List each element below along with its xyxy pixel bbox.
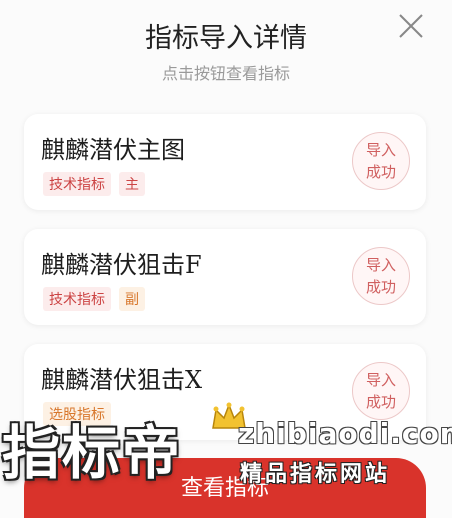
- indicator-card: 麒麟潜伏狙击F 技术指标 副 导入 成功: [24, 229, 426, 325]
- indicator-type-tag: 选股指标: [43, 402, 111, 426]
- dialog-title: 指标导入详情: [145, 23, 307, 54]
- indicator-tags: 选股指标: [43, 402, 111, 426]
- indicator-card: 麒麟潜伏主图 技术指标 主 导入 成功: [24, 114, 426, 210]
- indicator-tags: 技术指标 副: [43, 287, 145, 311]
- status-line-2: 成功: [365, 393, 396, 411]
- indicator-name: 麒麟潜伏狙击X: [41, 366, 203, 394]
- import-success-badge: 导入 成功: [352, 247, 410, 305]
- status-line-1: 导入: [365, 256, 396, 274]
- close-icon[interactable]: [394, 9, 428, 43]
- import-details-dialog: 指标导入详情 点击按钮查看指标 麒麟潜伏主图 技术指标 主 导入 成功 麒麟潜伏…: [0, 0, 452, 518]
- status-line-1: 导入: [365, 371, 396, 389]
- indicator-position-tag: 主: [119, 172, 145, 196]
- dialog-subtitle: 点击按钮查看指标: [161, 64, 290, 83]
- status-line-1: 导入: [365, 141, 396, 159]
- import-success-badge: 导入 成功: [352, 132, 410, 190]
- indicator-type-tag: 技术指标: [43, 172, 111, 196]
- indicator-tags: 技术指标 主: [43, 172, 145, 196]
- indicator-name: 麒麟潜伏主图: [41, 136, 185, 164]
- status-line-2: 成功: [365, 278, 396, 296]
- indicator-type-tag: 技术指标: [43, 287, 111, 311]
- indicator-position-tag: 副: [119, 287, 145, 311]
- view-indicators-button[interactable]: 查看指标: [24, 458, 426, 518]
- status-line-2: 成功: [365, 163, 396, 181]
- import-success-badge: 导入 成功: [352, 362, 410, 420]
- indicator-card: 麒麟潜伏狙击X 选股指标 导入 成功: [24, 344, 426, 440]
- indicator-name: 麒麟潜伏狙击F: [41, 251, 202, 279]
